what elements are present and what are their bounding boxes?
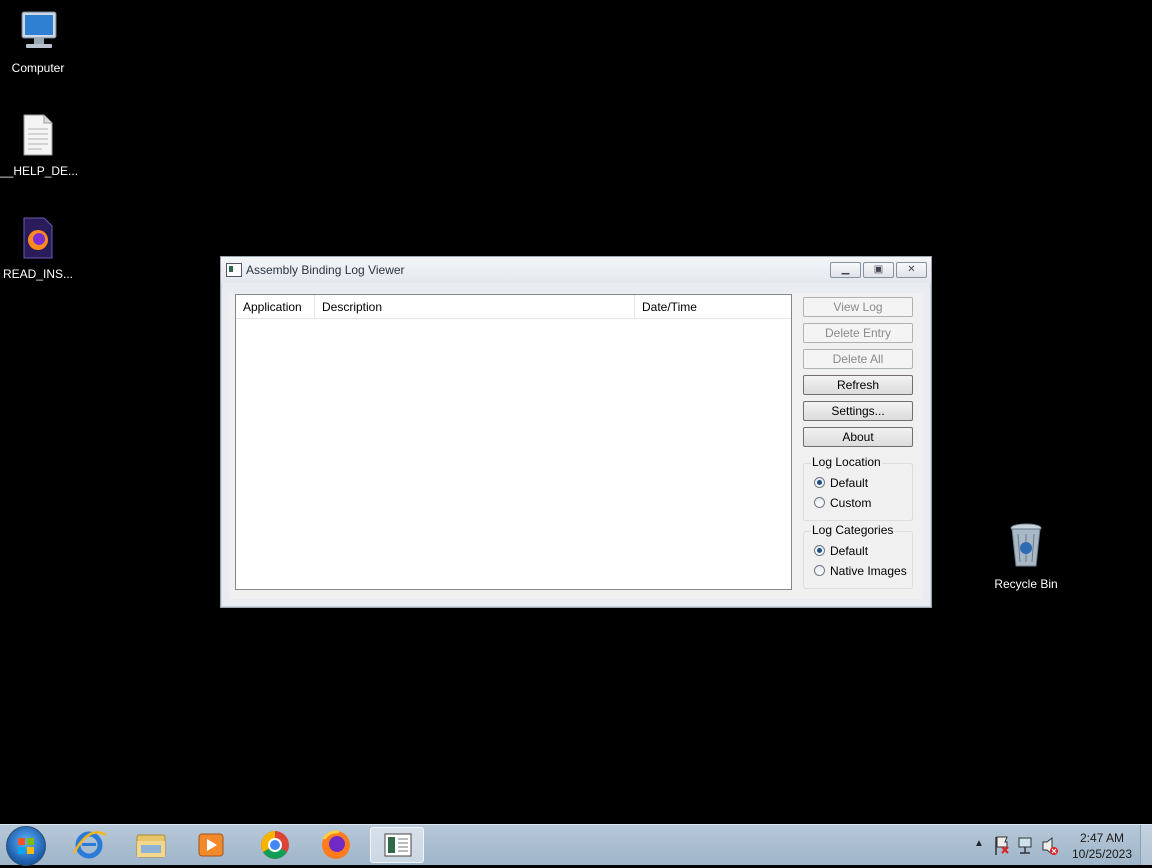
computer-icon xyxy=(0,10,76,57)
volume-tray[interactable] xyxy=(1040,825,1060,865)
log-viewer-icon xyxy=(384,833,412,857)
radio-unchecked-icon[interactable] xyxy=(814,565,825,576)
desktop-icon-label: Recycle Bin xyxy=(994,577,1058,591)
network-icon xyxy=(1018,837,1032,854)
radio-label: Default xyxy=(830,544,869,558)
taskbar-chrome[interactable] xyxy=(248,827,302,863)
column-header-description[interactable]: Description xyxy=(315,295,635,318)
desktop-icon-label: READ_INS... xyxy=(2,267,74,281)
taskbar-internet-explorer[interactable] xyxy=(62,827,116,863)
log-location-group: Log Location Default Custom xyxy=(803,455,913,521)
column-header-date-time[interactable]: Date/Time xyxy=(635,295,791,318)
radio-checked-icon[interactable] xyxy=(814,545,825,556)
internet-explorer-icon xyxy=(72,831,107,859)
desktop-icon-label: Computer xyxy=(11,61,65,75)
taskbar-assembly-binding-log-viewer[interactable] xyxy=(370,827,424,863)
close-icon: ✕ xyxy=(907,264,916,275)
minimize-icon: ▁ xyxy=(841,264,850,275)
desktop-icon-label: __HELP_DE... xyxy=(0,164,79,178)
taskbar: ▲ 2:47 AM 10/25/2023 xyxy=(0,824,1152,866)
windows-logo-icon xyxy=(18,838,34,854)
window-titlebar[interactable]: Assembly Binding Log Viewer ▁ ▣ ✕ xyxy=(221,257,931,283)
action-center-tray[interactable] xyxy=(992,825,1012,865)
chrome-icon xyxy=(261,831,289,859)
volume-muted-icon xyxy=(1042,836,1058,856)
chevron-up-icon: ▲ xyxy=(974,838,984,849)
log-location-title: Log Location xyxy=(811,455,882,469)
desktop-icon-computer[interactable]: Computer xyxy=(0,10,76,75)
media-player-icon xyxy=(198,833,224,857)
desktop-icon-readme-html[interactable]: READ_INS... xyxy=(0,216,76,281)
taskbar-firefox[interactable] xyxy=(309,827,363,863)
assembly-binding-log-viewer-window: Assembly Binding Log Viewer ▁ ▣ ✕ Applic… xyxy=(220,256,932,608)
log-entries-list[interactable]: Application Description Date/Time xyxy=(235,294,792,590)
settings-button[interactable]: Settings... xyxy=(803,401,913,421)
column-header-application[interactable]: Application xyxy=(236,295,315,318)
close-button[interactable]: ✕ xyxy=(896,262,927,278)
view-log-button[interactable]: View Log xyxy=(803,297,913,317)
network-tray[interactable] xyxy=(1016,825,1036,865)
maximize-button[interactable]: ▣ xyxy=(863,262,894,278)
start-button[interactable] xyxy=(6,826,46,866)
show-desktop-button[interactable] xyxy=(1140,825,1152,865)
app-window-icon xyxy=(226,263,242,277)
taskbar-clock[interactable]: 2:47 AM 10/25/2023 xyxy=(1064,830,1140,862)
recycle-bin-icon xyxy=(988,522,1064,573)
clock-time: 2:47 AM xyxy=(1079,831,1125,845)
folder-icon xyxy=(136,834,166,858)
radio-label: Default xyxy=(830,476,869,490)
minimize-button[interactable]: ▁ xyxy=(830,262,861,278)
firefox-icon xyxy=(322,830,350,859)
radio-label: Custom xyxy=(830,496,872,510)
refresh-button[interactable]: Refresh xyxy=(803,375,913,395)
about-button[interactable]: About xyxy=(803,427,913,447)
radio-label: Native Images xyxy=(830,564,907,578)
taskbar-media-player[interactable] xyxy=(184,827,238,863)
delete-all-button[interactable]: Delete All xyxy=(803,349,913,369)
radio-unchecked-icon[interactable] xyxy=(814,497,825,508)
list-header: Application Description Date/Time xyxy=(236,295,791,319)
delete-entry-button[interactable]: Delete Entry xyxy=(803,323,913,343)
log-categories-title: Log Categories xyxy=(811,523,895,537)
firefox-document-icon xyxy=(0,216,76,263)
desktop-icon-help-file[interactable]: __HELP_DE... xyxy=(0,113,79,178)
log-categories-group: Log Categories Default Native Images xyxy=(803,523,913,589)
text-file-icon xyxy=(0,113,76,160)
window-title: Assembly Binding Log Viewer xyxy=(246,263,405,277)
window-client-area: Application Description Date/Time View L… xyxy=(229,293,923,599)
action-center-flag-icon xyxy=(995,836,1009,855)
clock-date: 10/25/2023 xyxy=(1071,847,1133,861)
radio-checked-icon[interactable] xyxy=(814,477,825,488)
restore-icon: ▣ xyxy=(873,264,884,275)
taskbar-windows-explorer[interactable] xyxy=(124,827,178,863)
desktop-icon-recycle-bin[interactable]: Recycle Bin xyxy=(988,522,1064,591)
